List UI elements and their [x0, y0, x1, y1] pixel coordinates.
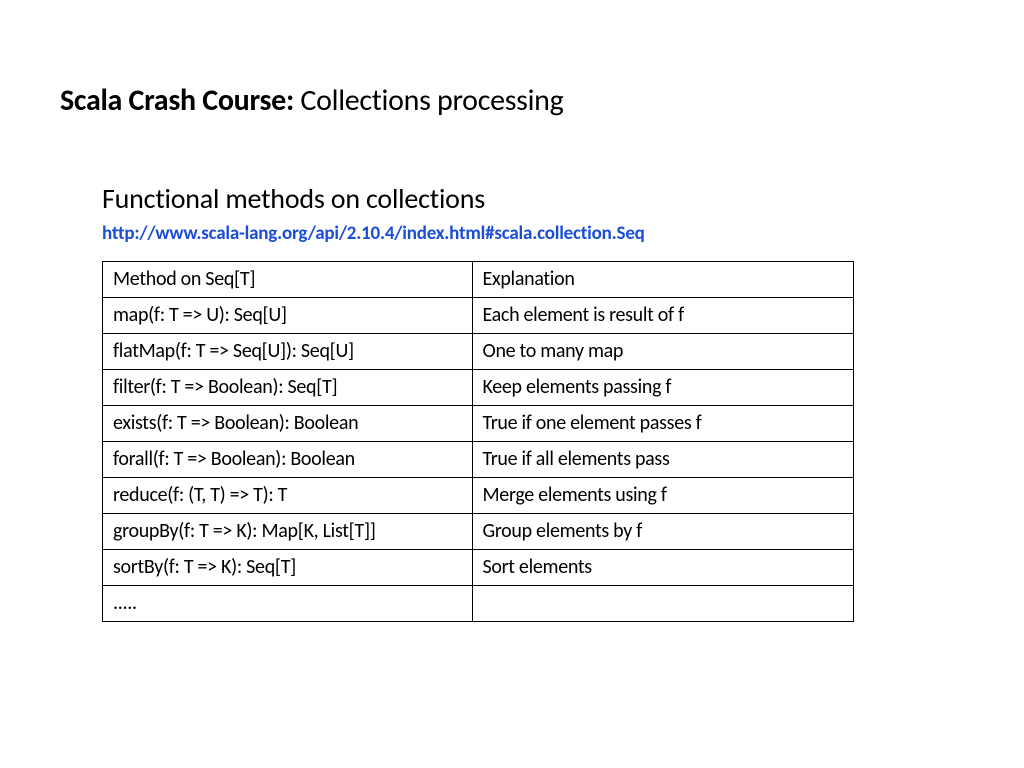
table-row: groupBy(f: T => K): Map[K, List[T]] Grou…: [103, 514, 854, 550]
content-area: Functional methods on collections http:/…: [60, 181, 964, 622]
cell-method: filter(f: T => Boolean): Seq[T]: [103, 370, 473, 406]
header-explanation: Explanation: [472, 262, 854, 298]
table-row: map(f: T => U): Seq[U] Each element is r…: [103, 298, 854, 334]
cell-method: reduce(f: (T, T) => T): T: [103, 478, 473, 514]
cell-explanation: [472, 586, 854, 622]
table-row: forall(f: T => Boolean): Boolean True if…: [103, 442, 854, 478]
api-link[interactable]: http://www.scala-lang.org/api/2.10.4/ind…: [102, 222, 964, 245]
cell-explanation: Merge elements using f: [472, 478, 854, 514]
slide-title-rest: Collections processing: [294, 82, 564, 119]
cell-method: sortBy(f: T => K): Seq[T]: [103, 550, 473, 586]
cell-explanation: Sort elements: [472, 550, 854, 586]
cell-explanation: Group elements by f: [472, 514, 854, 550]
cell-method: groupBy(f: T => K): Map[K, List[T]]: [103, 514, 473, 550]
table-row: sortBy(f: T => K): Seq[T] Sort elements: [103, 550, 854, 586]
methods-table: Method on Seq[T] Explanation map(f: T =>…: [102, 261, 854, 622]
table-row: exists(f: T => Boolean): Boolean True if…: [103, 406, 854, 442]
cell-explanation: Keep elements passing f: [472, 370, 854, 406]
cell-method: .....: [103, 586, 473, 622]
slide-title: Scala Crash Course: Collections processi…: [60, 82, 964, 119]
table-row: .....: [103, 586, 854, 622]
table-row: filter(f: T => Boolean): Seq[T] Keep ele…: [103, 370, 854, 406]
table-row: flatMap(f: T => Seq[U]): Seq[U] One to m…: [103, 334, 854, 370]
cell-explanation: One to many map: [472, 334, 854, 370]
cell-method: flatMap(f: T => Seq[U]): Seq[U]: [103, 334, 473, 370]
cell-method: map(f: T => U): Seq[U]: [103, 298, 473, 334]
cell-method: exists(f: T => Boolean): Boolean: [103, 406, 473, 442]
cell-explanation: True if all elements pass: [472, 442, 854, 478]
table-row: Method on Seq[T] Explanation: [103, 262, 854, 298]
cell-method: forall(f: T => Boolean): Boolean: [103, 442, 473, 478]
slide-title-bold: Scala Crash Course:: [60, 82, 294, 119]
header-method: Method on Seq[T]: [103, 262, 473, 298]
cell-explanation: True if one element passes f: [472, 406, 854, 442]
cell-explanation: Each element is result of f: [472, 298, 854, 334]
section-heading: Functional methods on collections: [102, 181, 964, 216]
table-row: reduce(f: (T, T) => T): T Merge elements…: [103, 478, 854, 514]
